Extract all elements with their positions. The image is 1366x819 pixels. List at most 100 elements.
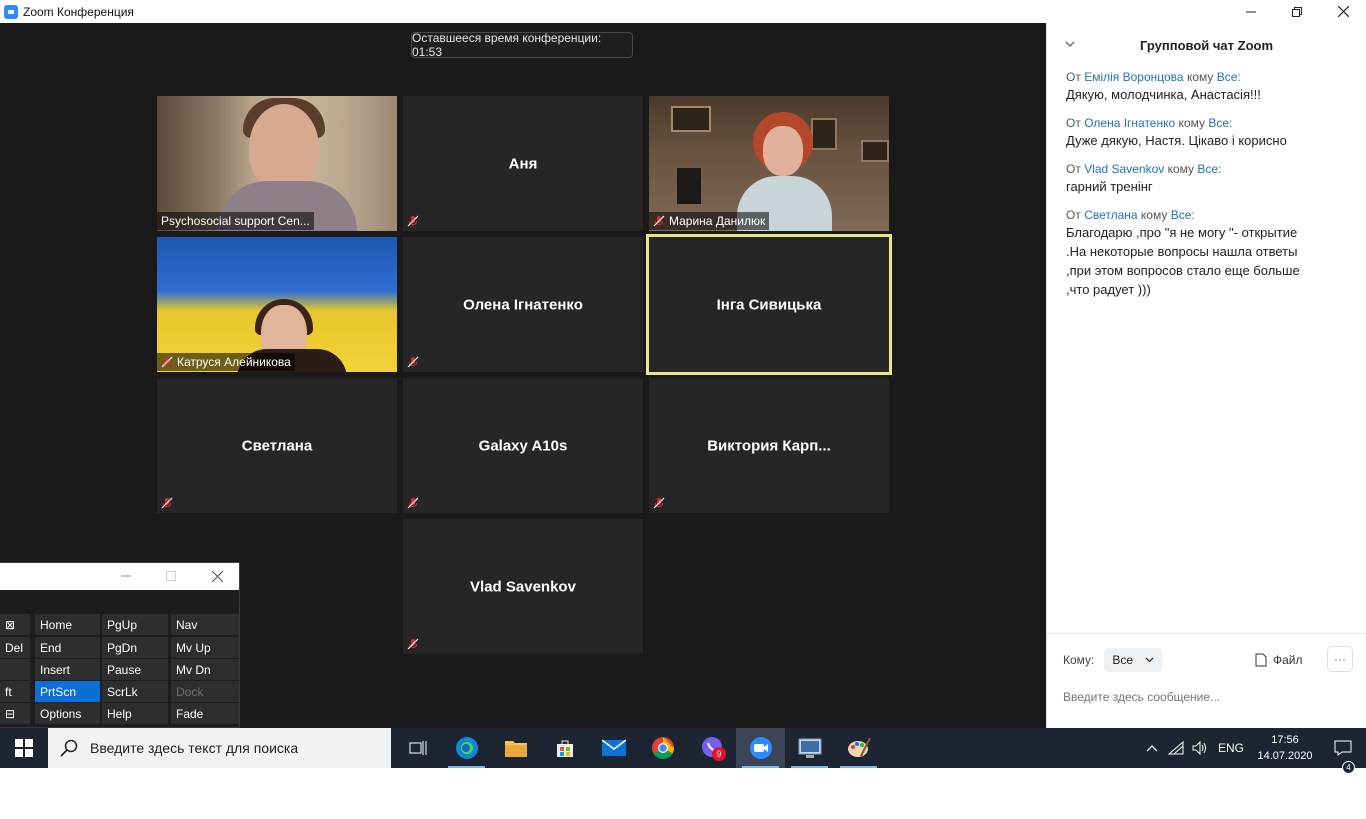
participant-tile[interactable]: Vlad Savenkov [403, 519, 643, 654]
participant-tile[interactable]: Psychosocial support Cen... [157, 96, 397, 231]
minimize-icon [121, 575, 131, 577]
chat-message: От Светлана кому Все: Благодарю ,про "я … [1066, 207, 1348, 299]
taskbar-viber[interactable]: 9 [687, 728, 736, 768]
key-menu[interactable]: ⊟ [0, 703, 30, 724]
key[interactable] [0, 659, 30, 680]
edge-icon [455, 737, 478, 759]
participant-tile[interactable]: Олена Ігнатенко [403, 237, 643, 372]
participant-tile[interactable]: Марина Данилюк [649, 96, 889, 231]
participant-tile[interactable]: Аня [403, 96, 643, 231]
taskbar-zoom[interactable] [736, 728, 785, 768]
notification-icon [1334, 740, 1352, 756]
mic-muted-icon [407, 638, 419, 650]
video-picture-frame [811, 118, 837, 150]
message-sender[interactable]: Vlad Savenkov [1084, 162, 1164, 176]
folder-icon [504, 741, 527, 757]
minimize-button[interactable] [1228, 0, 1274, 23]
show-hidden-icons-button[interactable] [1140, 744, 1164, 752]
close-icon [1337, 6, 1349, 17]
key-pgup[interactable]: PgUp [102, 614, 168, 635]
close-window-button[interactable] [1320, 0, 1366, 23]
key-shift[interactable]: ft [0, 681, 30, 702]
keyboard-close-button[interactable] [209, 568, 225, 584]
message-meta: От Светлана кому Все: [1066, 207, 1348, 223]
mic-muted-icon [653, 497, 665, 509]
message-sender[interactable]: Светлана [1084, 208, 1137, 222]
participant-tile[interactable]: Виктория Карп... [649, 378, 889, 513]
more-options-button[interactable]: ··· [1327, 646, 1353, 672]
taskbar-edge[interactable] [442, 728, 491, 768]
video-face [763, 126, 803, 176]
key-options[interactable]: Options [35, 703, 100, 724]
key-help[interactable]: Help [102, 703, 168, 724]
message-sender[interactable]: Емілія Воронцова [1084, 70, 1183, 84]
paint-icon [847, 737, 871, 757]
key-mv-dn[interactable]: Mv Dn [171, 659, 239, 680]
chat-message: От Емілія Воронцова кому Все: Дякую, мол… [1066, 69, 1348, 104]
message-text: Дуже дякую, Настя. Цікаво і корисно [1066, 133, 1287, 148]
message-recipient: Все: [1197, 162, 1222, 176]
taskbar-file-explorer[interactable] [491, 728, 540, 768]
taskbar-paint[interactable] [834, 728, 883, 768]
recipient-label: Кому: [1063, 653, 1095, 667]
participant-name: Светлана [241, 437, 313, 454]
input-language-button[interactable]: ENG [1212, 741, 1250, 755]
key-pause[interactable]: Pause [102, 659, 168, 680]
participant-tile[interactable]: Светлана [157, 378, 397, 513]
participant-name-label: Psychosocial support Cen... [157, 212, 314, 230]
key-insert[interactable]: Insert [35, 659, 100, 680]
send-file-button[interactable]: Файл [1255, 648, 1303, 672]
to-prefix: кому [1167, 162, 1195, 176]
key-del[interactable]: Del [0, 637, 30, 658]
message-meta: От Олена Ігнатенко кому Все: [1066, 115, 1348, 131]
chat-title: Групповой чат Zoom [1139, 37, 1274, 53]
maximize-icon [166, 571, 176, 581]
clock-time: 17:56 [1271, 734, 1299, 746]
network-button[interactable] [1164, 741, 1188, 755]
key-pgdn[interactable]: PgDn [102, 637, 168, 658]
key-mv-up[interactable]: Mv Up [171, 637, 239, 658]
key-fade[interactable]: Fade [171, 703, 239, 724]
message-sender[interactable]: Олена Ігнатенко [1084, 116, 1175, 130]
task-view-icon [409, 741, 426, 755]
keyboard-titlebar [0, 563, 239, 590]
file-icon [1255, 653, 1267, 667]
participant-name-label: Катруся Алейникова [157, 353, 295, 371]
participant-name: Катруся Алейникова [177, 355, 291, 369]
key-end[interactable]: End [35, 637, 100, 658]
key[interactable]: ⊠ [0, 614, 30, 635]
to-prefix: кому [1186, 70, 1214, 84]
participant-tile[interactable]: Катруся Алейникова [157, 237, 397, 372]
taskbar-clock[interactable]: 17:56 14.07.2020 [1250, 732, 1320, 764]
file-button-label: Файл [1273, 653, 1303, 667]
minimize-icon [1246, 11, 1256, 12]
taskbar-store[interactable] [540, 728, 589, 768]
keyboard-maximize-button[interactable] [163, 568, 179, 584]
participant-tile[interactable]: Galaxy A10s [403, 378, 643, 513]
recipient-dropdown[interactable]: Все [1104, 648, 1163, 672]
taskbar-chrome[interactable] [638, 728, 687, 768]
keyboard-minimize-button[interactable] [118, 568, 134, 584]
key-prtscn[interactable]: PrtScn [35, 681, 100, 702]
participant-name: Аня [508, 155, 538, 172]
store-icon [556, 740, 573, 757]
active-speaker-tile[interactable]: Інга Сивицька [646, 234, 892, 375]
system-tray: ENG 17:56 14.07.2020 4 [1140, 728, 1366, 774]
taskbar-mail[interactable] [589, 728, 638, 768]
volume-button[interactable] [1188, 741, 1212, 755]
chevron-down-icon[interactable] [1065, 39, 1075, 49]
taskbar-remote-desktop[interactable] [785, 728, 834, 768]
window-title: Zoom Конференция [23, 4, 134, 19]
taskbar-search-box[interactable]: Введите здесь текст для поиска [48, 728, 391, 768]
participant-name-label: Марина Данилюк [649, 212, 770, 230]
task-view-button[interactable] [393, 728, 442, 768]
restore-button[interactable] [1274, 0, 1320, 23]
participant-name: Galaxy A10s [478, 437, 568, 454]
key-home[interactable]: Home [35, 614, 100, 635]
start-button[interactable] [0, 728, 48, 768]
key-scrlk[interactable]: ScrLk [102, 681, 168, 702]
chat-message-input[interactable] [1063, 686, 1353, 708]
action-center-button[interactable]: 4 [1320, 740, 1366, 774]
video-picture-frame [671, 106, 711, 132]
key-nav[interactable]: Nav [171, 614, 239, 635]
